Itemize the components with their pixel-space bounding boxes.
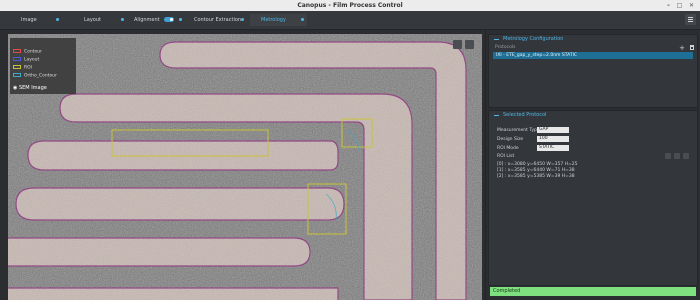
roi-list-item[interactable]: [0] : x=3080 y=6450 W=357 H=25 [497, 162, 578, 167]
roi-list-item[interactable]: [2] : x=3585 y=5385 W=39 H=38 [497, 174, 575, 179]
roi-add-icon[interactable] [665, 153, 671, 159]
legend-swatch [13, 49, 21, 53]
roi-mode-field[interactable]: STATIC [537, 145, 569, 151]
tab-contour-extraction[interactable]: Contour Extraction [190, 14, 247, 26]
roi-list-item[interactable]: [1] : x=3585 y=6440 W=71 H=38 [497, 168, 575, 173]
legend-swatch [13, 65, 21, 69]
edit-pencil-icon[interactable] [465, 40, 474, 49]
legend-swatch [13, 73, 21, 77]
legend-caption: ◉ SEM Image [13, 85, 47, 91]
legend-item: ROI [13, 65, 32, 71]
roi-mode-label: ROI Mode [497, 146, 519, 151]
legend-item: Contour [13, 49, 42, 55]
title-bar: Canopus - Film Process Control – □ ✕ [0, 0, 700, 11]
add-protocol-icon[interactable]: + [679, 45, 685, 52]
measurement-type-label: Measurement Type [497, 128, 540, 133]
sem-image-viewer[interactable] [8, 34, 482, 300]
close-icon[interactable]: ✕ [688, 2, 695, 9]
status-text: Completed [493, 288, 521, 294]
canvas-legend: Contour Layout ROI Ortho_Contour ◉ SEM I… [10, 38, 76, 94]
roi-delete-icon[interactable] [683, 153, 689, 159]
protocols-list-header: Protocols + [489, 44, 697, 52]
roi-edit-icon[interactable] [674, 153, 680, 159]
status-bar: Completed [490, 287, 696, 296]
status-dot-icon [301, 18, 304, 21]
maximize-icon[interactable]: □ [676, 2, 683, 9]
tab-metrology[interactable]: Metrology [250, 14, 307, 26]
legend-swatch [13, 57, 21, 61]
status-dot-icon [241, 18, 244, 21]
status-dot-icon [121, 18, 124, 21]
workflow-tab-bar: Image Layout Alignment Contour Extractio… [0, 11, 700, 30]
legend-item: Ortho_Contour [13, 73, 57, 79]
tab-image[interactable]: Image [5, 14, 62, 26]
roi-list-label: ROI List [497, 154, 515, 159]
design-size-field[interactable]: 100 [537, 136, 569, 142]
design-size-label: Design Size [497, 137, 524, 142]
window-title: Canopus - Film Process Control [297, 2, 403, 9]
sem-image [8, 34, 482, 300]
hamburger-menu-icon[interactable] [685, 14, 696, 25]
alignment-toggle[interactable] [164, 17, 174, 22]
tab-layout[interactable]: Layout [70, 14, 127, 26]
status-dot-icon [179, 18, 182, 21]
tab-alignment[interactable]: Alignment [133, 14, 185, 26]
crop-tool-icon[interactable] [453, 40, 462, 49]
protocol-list-item[interactable]: IXI - ETE_gap_y_step=2.0nm STATIC [493, 52, 693, 59]
metrology-configuration-panel: Metrology Configuration Protocols + IXI … [488, 34, 698, 108]
panel-divider[interactable] [485, 30, 486, 300]
delete-protocol-icon[interactable] [690, 45, 694, 50]
section-header[interactable]: Selected Protocol [489, 111, 697, 120]
status-dot-icon [56, 18, 59, 21]
legend-item: Layout [13, 57, 39, 63]
minimize-icon[interactable]: – [665, 2, 672, 9]
section-header[interactable]: Metrology Configuration [489, 35, 697, 44]
measurement-type-field[interactable]: GAP [537, 127, 569, 133]
